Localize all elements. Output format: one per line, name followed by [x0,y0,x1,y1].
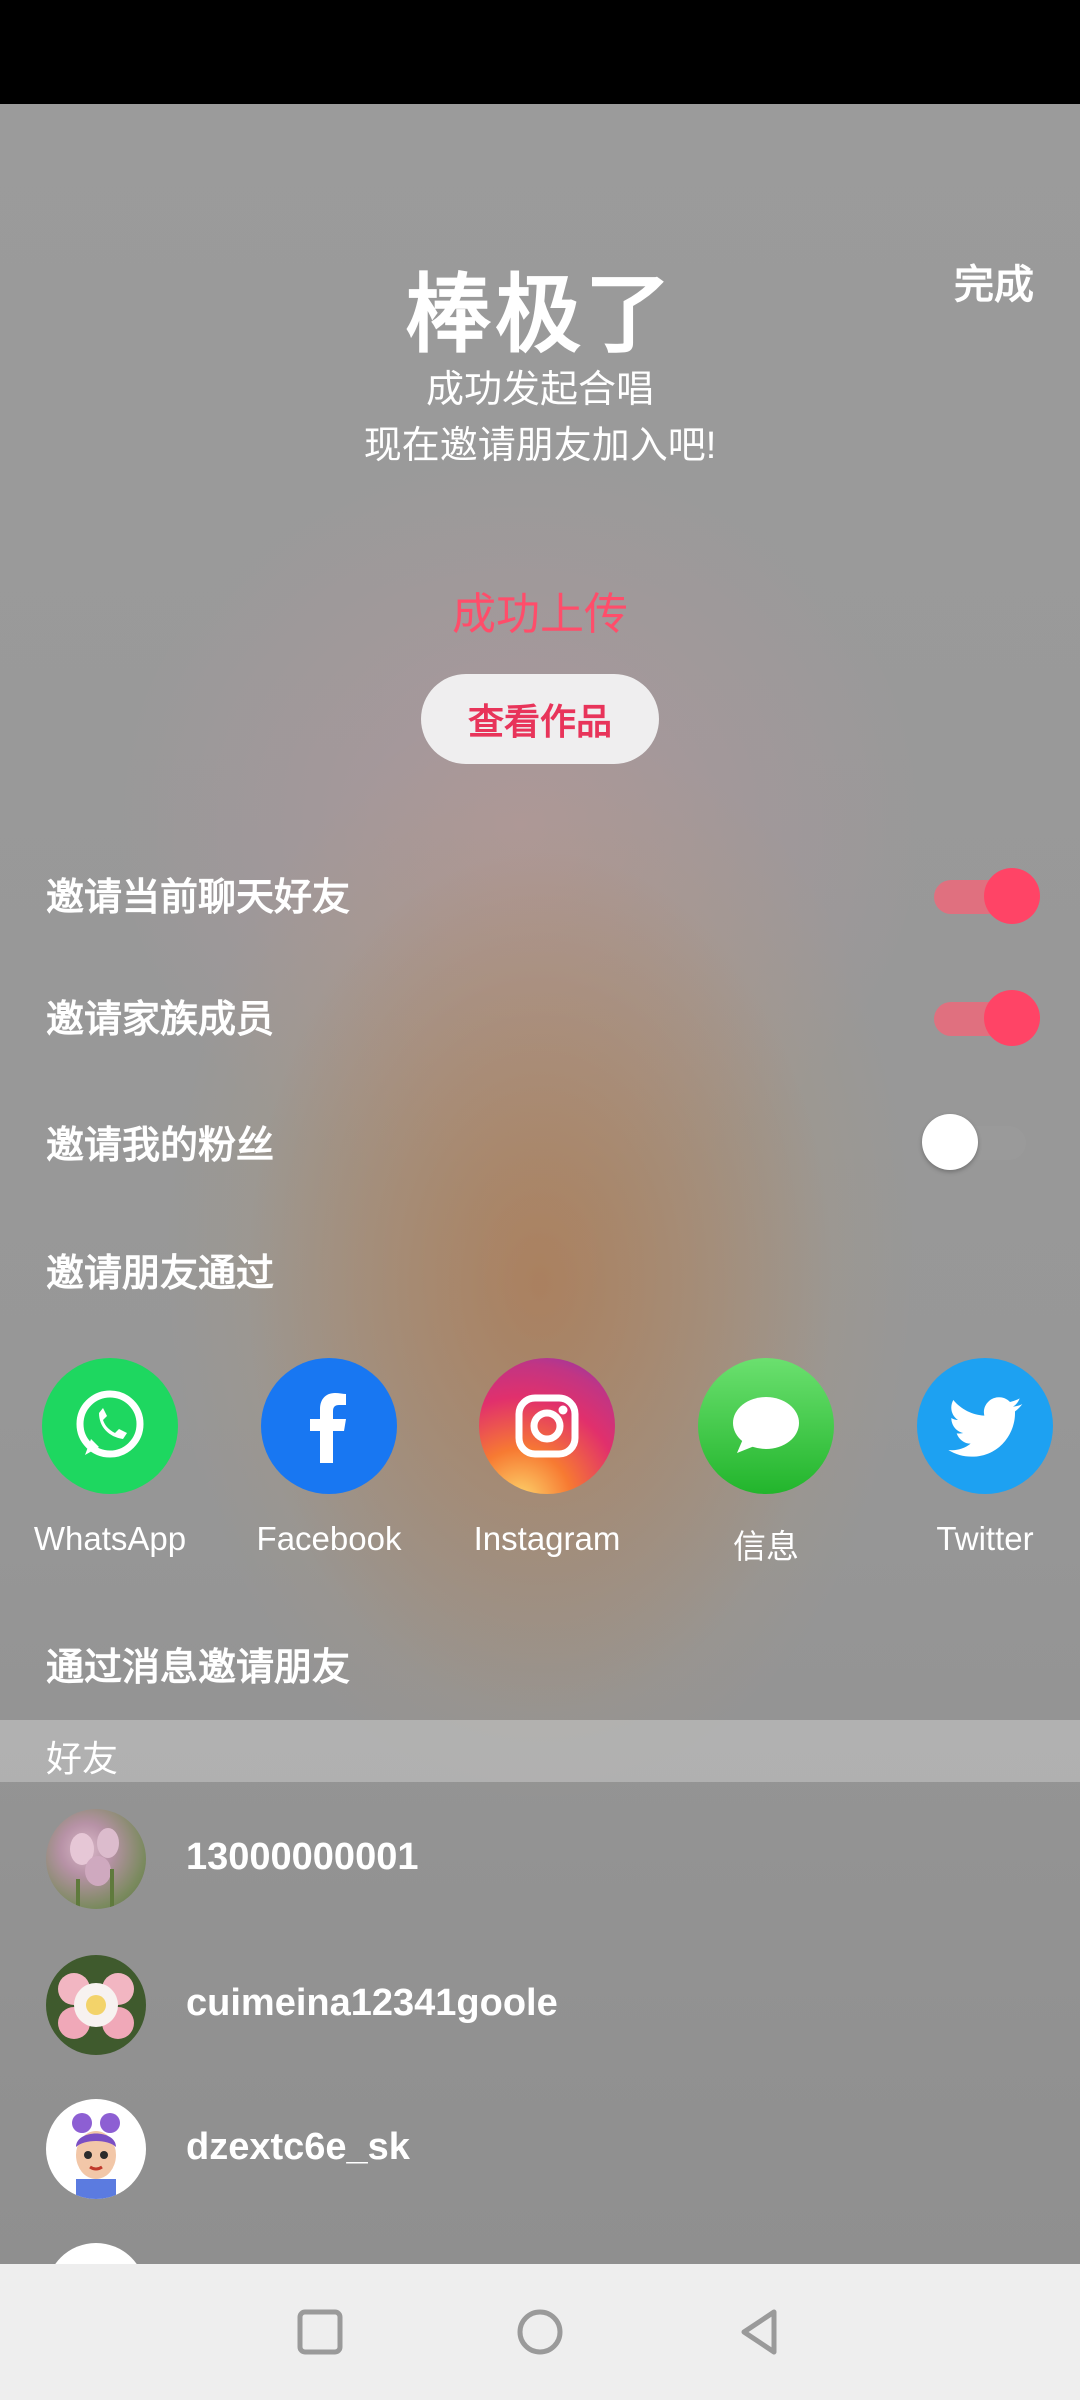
share-whatsapp[interactable]: WhatsApp [10,1358,210,1558]
message-invite-heading: 通过消息邀请朋友 [46,1647,351,1689]
share-messages[interactable]: 信息 [666,1358,866,1568]
instagram-icon [479,1358,615,1494]
share-messages-label: 信息 [733,1528,799,1565]
friend-name: dzextc6e_sk [186,2126,410,2168]
share-whatsapp-label: WhatsApp [33,1520,187,1557]
friend-list-item[interactable]: dzextc6e_sk [0,2094,1080,2204]
share-twitter[interactable]: Twitter [885,1358,1080,1558]
friends-section-header: 好友 [0,1720,1080,1782]
page-title: 棒极了 [405,267,675,363]
friend-list-item[interactable]: cuimeina12341goole [0,1950,1080,2060]
friend-name: cuimeina12341goole [186,1982,558,2024]
friend-list-item-partial[interactable] [0,2238,1080,2264]
subtitle-line1: 成功发起合唱 [425,369,654,411]
share-instagram[interactable]: Instagram [447,1358,647,1558]
friend-avatar [46,2243,146,2264]
share-heading: 邀请朋友通过 [46,1253,275,1295]
view-work-button[interactable]: 查看作品 [421,674,659,764]
messages-icon [698,1358,834,1494]
friend-avatar [46,1809,146,1909]
share-instagram-label: Instagram [473,1520,621,1557]
share-twitter-label: Twitter [936,1520,1034,1557]
subtitle-line2: 现在邀请朋友加入吧! [363,425,717,467]
back-triangle-icon[interactable] [730,2302,790,2362]
friends-section-label: 好友 [46,1738,119,1779]
whatsapp-icon [42,1358,178,1494]
share-facebook[interactable]: Facebook [229,1358,429,1558]
invite-chat-friends-toggle[interactable] [930,866,1040,926]
twitter-icon [917,1358,1053,1494]
share-facebook-label: Facebook [256,1520,402,1557]
invite-family-toggle[interactable] [930,988,1040,1048]
status-bar [0,0,1080,104]
home-circle-icon[interactable] [510,2302,570,2362]
friend-avatar [46,1955,146,2055]
facebook-icon [261,1358,397,1494]
recents-square-icon[interactable] [290,2302,350,2362]
friend-avatar [46,2099,146,2199]
friend-name: 13000000001 [186,1836,419,1878]
invite-screen: 完成 棒极了 成功发起合唱 现在邀请朋友加入吧! 成功上传 查看作品 邀请当前聊… [0,104,1080,2264]
invite-family-label: 邀请家族成员 [46,999,275,1041]
upload-status-text: 成功上传 [452,590,628,639]
invite-chat-friends-label: 邀请当前聊天好友 [46,877,351,919]
invite-fans-toggle[interactable] [922,1112,1032,1172]
invite-fans-label: 邀请我的粉丝 [46,1125,275,1167]
system-navigation-bar [0,2264,1080,2400]
friend-list-item[interactable]: 13000000001 [0,1804,1080,1914]
